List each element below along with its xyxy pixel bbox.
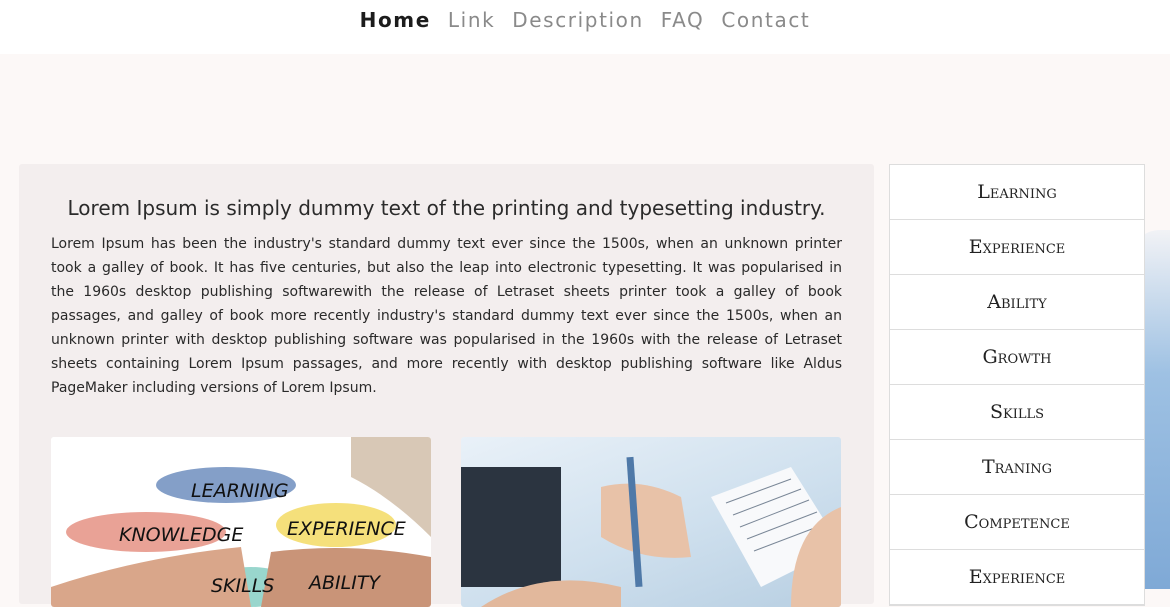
skills-illustration: LEARNING KNOWLEDGE EXPERIENCE SKILLS ABI… <box>51 437 431 607</box>
learning-skills-image: LEARNING KNOWLEDGE EXPERIENCE SKILLS ABI… <box>51 437 431 607</box>
top-navigation: Home Link Description FAQ Contact <box>0 0 1170 54</box>
sidebar-item-experience-2[interactable]: Experience <box>890 550 1144 605</box>
nav-list: Home Link Description FAQ Contact <box>0 0 1170 32</box>
sidebar-item-traning[interactable]: Traning <box>890 440 1144 495</box>
svg-text:ABILITY: ABILITY <box>307 572 381 594</box>
sidebar-item-growth[interactable]: Growth <box>890 330 1144 385</box>
sidebar-item-skills[interactable]: Skills <box>890 385 1144 440</box>
nav-description[interactable]: Description <box>512 8 644 32</box>
svg-text:EXPERIENCE: EXPERIENCE <box>287 518 406 540</box>
nav-link[interactable]: Link <box>448 8 495 32</box>
nav-contact[interactable]: Contact <box>721 8 810 32</box>
sidebar-item-ability[interactable]: Ability <box>890 275 1144 330</box>
nav-faq[interactable]: FAQ <box>661 8 705 32</box>
business-document-image <box>461 437 841 607</box>
sidebar-item-learning[interactable]: Learning <box>890 165 1144 220</box>
sidebar-item-competence[interactable]: Competence <box>890 495 1144 550</box>
document-illustration <box>461 456 841 607</box>
article-title: Lorem Ipsum is simply dummy text of the … <box>67 196 826 220</box>
svg-text:SKILLS: SKILLS <box>211 575 274 597</box>
nav-home[interactable]: Home <box>360 8 431 32</box>
main-content-card: Lorem Ipsum is simply dummy text of the … <box>19 164 874 607</box>
article-body: Lorem Ipsum has been the industry's stan… <box>51 236 842 396</box>
sidebar-item-experience[interactable]: Experience <box>890 220 1144 275</box>
category-sidebar: Learning Experience Ability Growth Skill… <box>889 164 1145 606</box>
svg-text:LEARNING: LEARNING <box>191 480 289 502</box>
svg-text:KNOWLEDGE: KNOWLEDGE <box>119 524 243 546</box>
